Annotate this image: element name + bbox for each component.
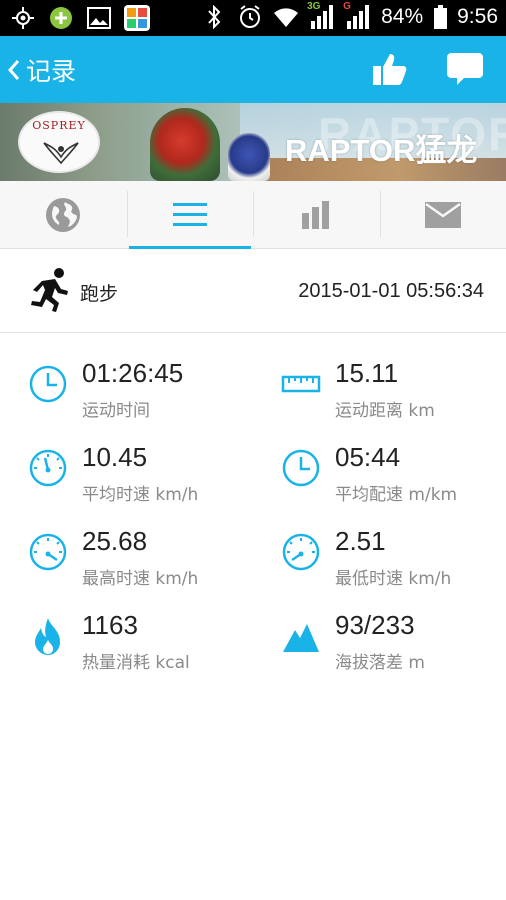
mountain-icon (283, 624, 319, 652)
alarm-icon (237, 4, 263, 30)
stat-value: 01:26:45 (82, 358, 184, 388)
stat-label: 最低时速 km/h (335, 569, 452, 589)
brand-name: OSPREY (32, 119, 86, 132)
activity-datetime: 2015-01-01 05:56:34 (298, 280, 484, 302)
stat-value: 15.11 (335, 358, 399, 388)
wifi-icon (273, 4, 299, 30)
stat-value: 25.68 (82, 526, 148, 556)
speedometer-icon (29, 449, 67, 487)
status-bar: 3G G 84% 9:56 (0, 0, 506, 36)
speedometer-icon (282, 533, 320, 571)
network-g-label: G (343, 1, 351, 12)
activity-header: 跑步 2015-01-01 05:56:34 (0, 249, 506, 333)
signal-3g: 3G (307, 1, 335, 29)
tab-chart[interactable] (253, 181, 380, 248)
list-icon (172, 202, 207, 226)
stat-value: 93/233 (335, 610, 415, 640)
running-icon (31, 268, 68, 312)
add-app-icon (48, 5, 74, 31)
stat-label: 平均时速 km/h (82, 485, 199, 505)
speedometer-icon (29, 533, 67, 571)
stat-value: 1163 (82, 610, 138, 640)
stat-label: 最高时速 km/h (82, 569, 199, 589)
clock: 9:56 (457, 5, 498, 28)
stat-duration: 01:26:45 运动时间 (28, 358, 258, 428)
stat-max-speed: 25.68 最高时速 km/h (28, 526, 258, 596)
stat-avg-speed: 10.45 平均时速 km/h (28, 442, 258, 512)
clock-icon (29, 365, 67, 403)
flame-icon (35, 618, 60, 655)
activity-type: 跑步 (80, 283, 119, 305)
cyclist-image (150, 108, 220, 181)
brand-logo: OSPREY (18, 111, 100, 173)
tab-message[interactable] (379, 181, 506, 248)
gps-icon (10, 5, 36, 31)
tab-map[interactable] (0, 181, 127, 248)
page-title: 记录 (26, 57, 77, 86)
tab-list[interactable] (126, 181, 254, 249)
back-button[interactable]: 记录 (4, 52, 76, 88)
tab-bar (0, 181, 506, 249)
mail-icon (424, 201, 461, 228)
ruler-icon (281, 375, 321, 393)
comment-icon (447, 53, 483, 85)
thumbs-up-icon (373, 54, 407, 85)
bluetooth-icon (201, 4, 227, 30)
bar-chart-icon (302, 200, 330, 229)
comment-button[interactable] (446, 52, 484, 86)
battery-icon (433, 4, 447, 30)
stat-calories: 1163 热量消耗 kcal (28, 610, 258, 680)
promo-banner[interactable]: OSPREY RAPTOR RAPTOR猛龙 (0, 103, 506, 181)
osprey-bird-icon (43, 142, 79, 165)
stat-label: 运动时间 (82, 401, 150, 421)
stat-label: 平均配速 m/km (335, 485, 458, 505)
globe-icon (46, 197, 81, 232)
stat-altitude: 93/233 海拔落差 m (281, 610, 506, 680)
app-store-icon (124, 5, 150, 31)
stat-value: 10.45 (82, 442, 148, 472)
clock-icon (282, 449, 320, 487)
stat-label: 热量消耗 kcal (82, 653, 190, 673)
stat-avg-pace: 05:44 平均配速 m/km (281, 442, 506, 512)
chevron-left-icon (4, 55, 24, 85)
network-3g-label: 3G (307, 1, 321, 12)
stat-min-speed: 2.51 最低时速 km/h (281, 526, 506, 596)
cyclist-image (228, 133, 270, 181)
signal-g: G (343, 1, 371, 29)
stat-distance: 15.11 运动距离 km (281, 358, 506, 428)
stat-value: 05:44 (335, 442, 401, 472)
stat-value: 2.51 (335, 526, 386, 556)
app-bar: 记录 (0, 36, 506, 103)
gallery-icon (86, 5, 112, 31)
battery-percent: 84% (381, 5, 424, 28)
banner-slogan: RAPTOR猛龙 (285, 133, 478, 168)
stat-label: 海拔落差 m (335, 653, 425, 673)
stat-label: 运动距离 km (335, 401, 435, 421)
like-button[interactable] (372, 52, 408, 86)
